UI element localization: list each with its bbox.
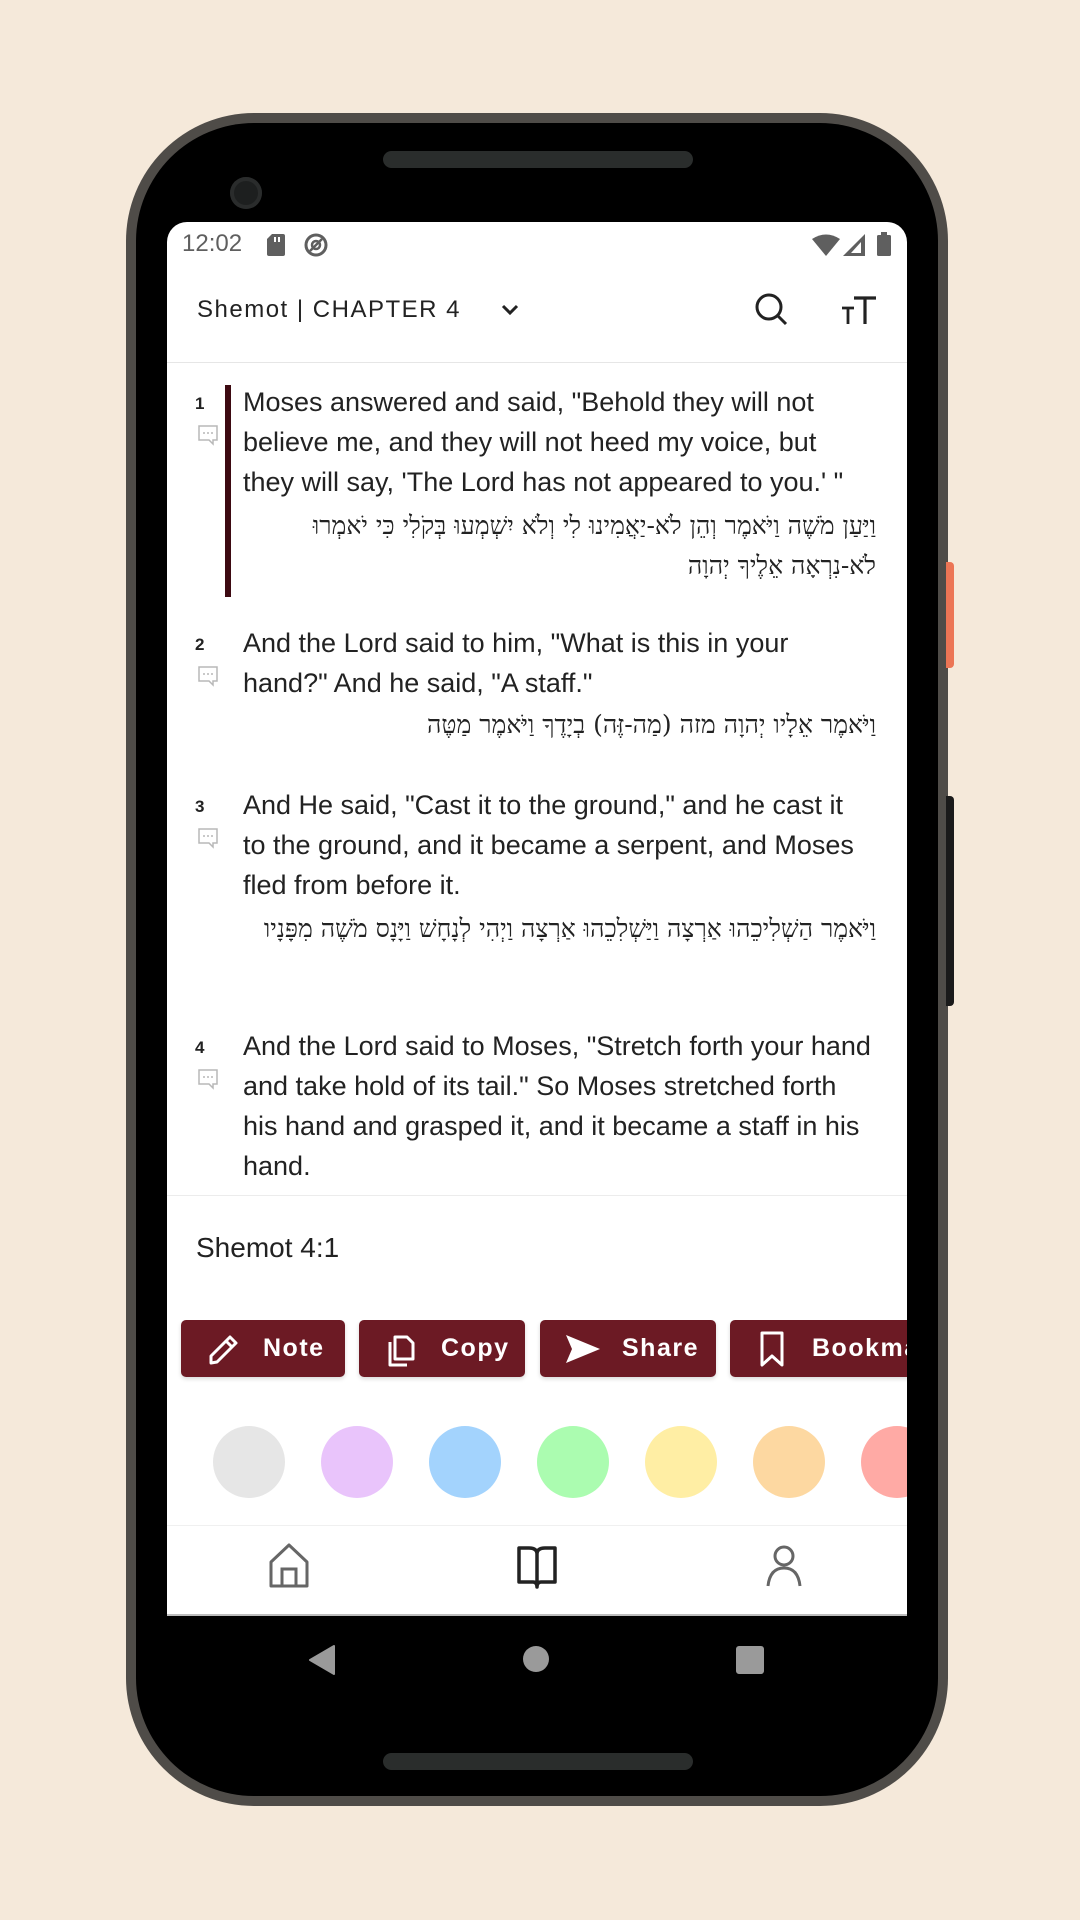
- power-button[interactable]: [946, 562, 954, 668]
- comment-icon[interactable]: [197, 827, 219, 849]
- verse-number: 3: [195, 797, 205, 816]
- copy-icon: [388, 1335, 415, 1366]
- note-button-label: Note: [263, 1334, 325, 1362]
- back-nav-icon[interactable]: [308, 1644, 336, 1676]
- verse-hebrew: וַיֹּאמֶר אֵלָיו יְהוָה מזה (מַה-זֶּה) ב…: [427, 710, 876, 739]
- verse-english: Moses answered and said, "Behold they wi…: [243, 387, 844, 497]
- person-icon[interactable]: [762, 1542, 806, 1590]
- verse-hebrew: וַיַּעַן מֹשֶׁה וַיֹּאמֶר וְהֵן לֹא-יַאֲ…: [312, 511, 876, 580]
- comment-icon[interactable]: [197, 1068, 219, 1090]
- highlight-color-gray[interactable]: [213, 1426, 285, 1498]
- front-camera: [230, 177, 262, 209]
- bottom-nav: [167, 1526, 907, 1616]
- verse-hebrew: וַיֹּאמֶר הַשְׁלִיכֵהוּ אַרְצָה וַיַּשְׁ…: [263, 914, 876, 943]
- highlight-color-row[interactable]: [167, 1420, 907, 1502]
- app-screen: 12:02 Shemot | CHAPTER 4 1 Moses answere…: [167, 222, 907, 1615]
- chapter-selector[interactable]: Shemot | CHAPTER 4: [197, 296, 461, 324]
- share-button-label: Share: [622, 1334, 699, 1362]
- home-nav-icon[interactable]: [523, 1646, 549, 1672]
- share-button[interactable]: Share: [540, 1320, 716, 1377]
- verse-english: And the Lord said to Moses, "Stretch for…: [243, 1031, 871, 1181]
- verse-english: And He said, "Cast it to the ground," an…: [243, 790, 854, 900]
- signal-icon: [843, 234, 865, 256]
- copy-button[interactable]: Copy: [359, 1320, 525, 1377]
- selection-indicator: [225, 385, 231, 597]
- do-not-disturb-icon: [304, 233, 328, 257]
- copy-button-label: Copy: [441, 1334, 510, 1362]
- note-button[interactable]: Note: [181, 1320, 345, 1377]
- panel-divider: [167, 1195, 907, 1196]
- highlight-color-purple[interactable]: [321, 1426, 393, 1498]
- highlight-color-yellow[interactable]: [645, 1426, 717, 1498]
- book-icon[interactable]: [515, 1542, 559, 1590]
- bottom-speaker: [383, 1753, 693, 1770]
- highlight-color-red[interactable]: [861, 1426, 907, 1498]
- highlight-color-orange[interactable]: [753, 1426, 825, 1498]
- action-buttons-row[interactable]: Note Copy Share Bookmark: [167, 1320, 907, 1392]
- chevron-down-icon[interactable]: [500, 300, 520, 320]
- pencil-icon: [209, 1335, 238, 1364]
- bookmark-icon: [760, 1331, 784, 1366]
- verse-number: 4: [195, 1038, 205, 1057]
- verse-number: 1: [195, 394, 205, 413]
- recents-nav-icon[interactable]: [736, 1646, 764, 1674]
- bookmark-button-label: Bookmark: [812, 1334, 907, 1362]
- verse-english: And the Lord said to him, "What is this …: [243, 628, 789, 698]
- search-icon[interactable]: [752, 290, 792, 330]
- comment-icon[interactable]: [197, 665, 219, 687]
- text-size-icon[interactable]: [839, 292, 879, 332]
- verse-number: 2: [195, 635, 205, 654]
- app-bar: Shemot | CHAPTER 4: [167, 266, 907, 363]
- verse-reference: Shemot 4:1: [196, 1232, 340, 1263]
- bookmark-button[interactable]: Bookmark: [730, 1320, 907, 1377]
- status-time: 12:02: [182, 230, 243, 257]
- sd-card-icon: [267, 234, 285, 256]
- status-bar: 12:02: [167, 222, 907, 266]
- wifi-icon: [812, 234, 840, 256]
- send-icon: [566, 1334, 600, 1363]
- highlight-color-green[interactable]: [537, 1426, 609, 1498]
- volume-button[interactable]: [946, 796, 954, 1006]
- highlight-color-blue[interactable]: [429, 1426, 501, 1498]
- earpiece-speaker: [383, 151, 693, 168]
- home-icon[interactable]: [267, 1542, 311, 1590]
- battery-icon: [877, 232, 891, 256]
- comment-icon[interactable]: [197, 424, 219, 446]
